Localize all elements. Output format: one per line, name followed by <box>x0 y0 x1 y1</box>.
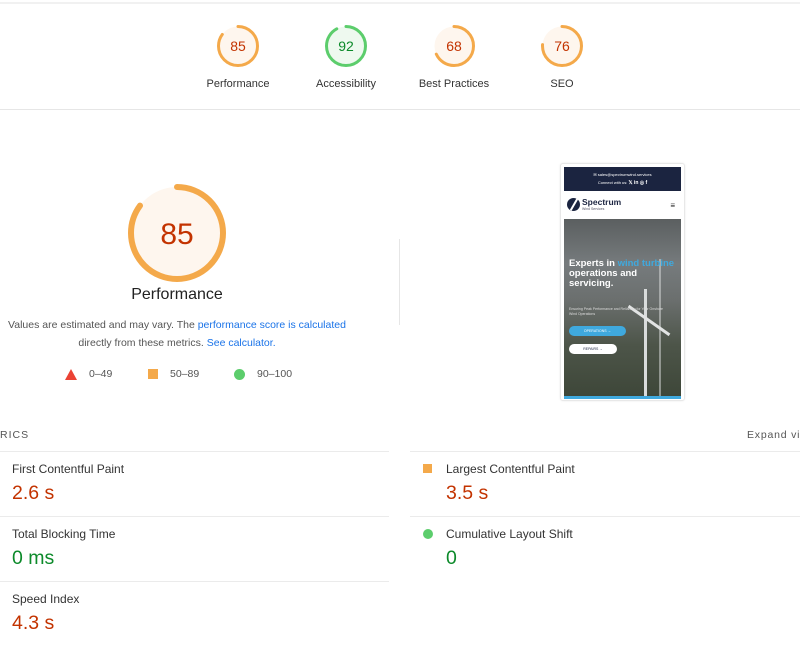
metric-name: Speed Index <box>12 592 80 606</box>
metric-speed-index: Speed Index 4.3 s <box>12 592 79 635</box>
connect-label: Connect with us: <box>597 180 628 185</box>
divider <box>0 581 389 582</box>
performance-title: Performance <box>131 286 223 303</box>
green-circle-icon <box>234 368 245 380</box>
gauge-best-practices-ring: 68 <box>433 25 475 67</box>
divider <box>0 516 389 517</box>
gauge-score: 68 <box>446 38 462 54</box>
performance-description: Values are estimated and may vary. The p… <box>0 316 354 352</box>
gauge-seo-ring: 76 <box>541 25 583 67</box>
metric-name: Total Blocking Time <box>12 527 116 541</box>
gauge-best-practices[interactable]: 68 Best Practices <box>399 24 509 90</box>
screenshot-tagline: Ensuring Peak Performance and Reliabilit… <box>569 307 663 316</box>
screenshot-repairs-button: REPAIRS → <box>569 344 617 354</box>
desc-text: directly from these metrics. <box>78 337 207 349</box>
legend-range: 50–89 <box>170 368 200 380</box>
legend-range: 0–49 <box>89 368 113 380</box>
social-icons: 𝕏 in ◎ f <box>628 180 648 186</box>
screenshot-brand-sub: Wind Services <box>582 207 605 211</box>
divider <box>410 516 800 517</box>
orange-square-icon <box>148 369 158 379</box>
metrics-header: RICS <box>0 429 30 441</box>
expand-view-toggle[interactable]: Expand vi <box>747 429 800 441</box>
metric-value: 2.6 s <box>12 482 55 504</box>
screenshot-topbar: ✉ sales@spectrumwind.services Connect wi… <box>564 167 681 191</box>
score-calculated-link[interactable]: performance score is calculated <box>198 319 346 331</box>
turbine-tower <box>644 289 647 399</box>
legend-average: 50–89 <box>148 368 199 380</box>
gauge-score: 76 <box>554 38 570 54</box>
legend-pass: 90–100 <box>234 368 292 380</box>
screenshot-headline: Experts in wind turbine operations and s… <box>569 259 681 289</box>
metric-name: First Contentful Paint <box>12 462 125 476</box>
metric-name: Cumulative Layout Shift <box>446 527 573 541</box>
performance-gauge-ring: 85 <box>128 184 226 282</box>
see-calculator-link[interactable]: See calculator. <box>207 337 276 349</box>
hamburger-menu-icon: ≡ <box>670 201 675 210</box>
legend-range: 90–100 <box>257 368 293 380</box>
metric-cumulative-layout-shift: Cumulative Layout Shift 0 <box>423 527 573 570</box>
gauge-label: SEO <box>550 78 574 90</box>
metric-first-contentful-paint: First Contentful Paint 2.6 s <box>12 462 124 505</box>
metric-value: 4.3 s <box>12 612 55 634</box>
gauge-accessibility-ring: 92 <box>325 25 367 67</box>
turbine-logo-icon <box>567 198 580 211</box>
gauge-score: 92 <box>338 38 354 54</box>
screenshot-operations-button: OPERATIONS → <box>569 326 626 336</box>
orange-square-icon <box>423 464 432 473</box>
headline-text: operations and servicing. <box>569 268 638 289</box>
screenshot-brand: Spectrum <box>582 197 622 207</box>
gauge-performance-ring: 85 <box>217 25 259 67</box>
screenshot-nav: Spectrum Wind Services ≡ <box>564 193 681 217</box>
performance-gauge: 85 <box>127 183 227 288</box>
screenshot-accent-bar <box>564 396 681 399</box>
gauge-accessibility[interactable]: 92 Accessibility <box>291 24 401 90</box>
screenshot-email: ✉ sales@spectrumwind.services <box>593 172 652 177</box>
category-summary: 85 Performance 92 Accessibility 68 Best … <box>0 4 800 110</box>
metric-largest-contentful-paint: Largest Contentful Paint 3.5 s <box>423 462 575 505</box>
desc-text: Values are estimated and may vary. The <box>8 319 198 331</box>
metric-total-blocking-time: Total Blocking Time 0 ms <box>12 527 115 570</box>
screenshot-hero: Experts in wind turbine operations and s… <box>564 219 681 399</box>
green-circle-icon <box>423 529 433 539</box>
divider <box>0 451 389 452</box>
gauge-score: 85 <box>230 38 246 54</box>
metric-value: 0 ms <box>12 547 55 569</box>
metric-name: Largest Contentful Paint <box>446 462 575 476</box>
divider <box>410 451 800 452</box>
gauge-label: Best Practices <box>418 78 490 90</box>
gauge-score: 85 <box>160 218 193 251</box>
gauge-seo[interactable]: 76 SEO <box>507 24 617 90</box>
gauge-label: Performance <box>206 78 270 90</box>
screenshot-connect: Connect with us: 𝕏 in ◎ f <box>564 180 681 186</box>
vertical-divider <box>399 239 400 325</box>
metric-value: 3.5 s <box>446 482 489 504</box>
legend-fail: 0–49 <box>65 368 112 380</box>
red-triangle-icon <box>65 368 77 380</box>
gauge-performance[interactable]: 85 Performance <box>183 24 293 90</box>
metric-value: 0 <box>446 547 457 569</box>
final-screenshot[interactable]: ✉ sales@spectrumwind.services Connect wi… <box>560 163 685 401</box>
gauge-label: Accessibility <box>316 78 376 90</box>
